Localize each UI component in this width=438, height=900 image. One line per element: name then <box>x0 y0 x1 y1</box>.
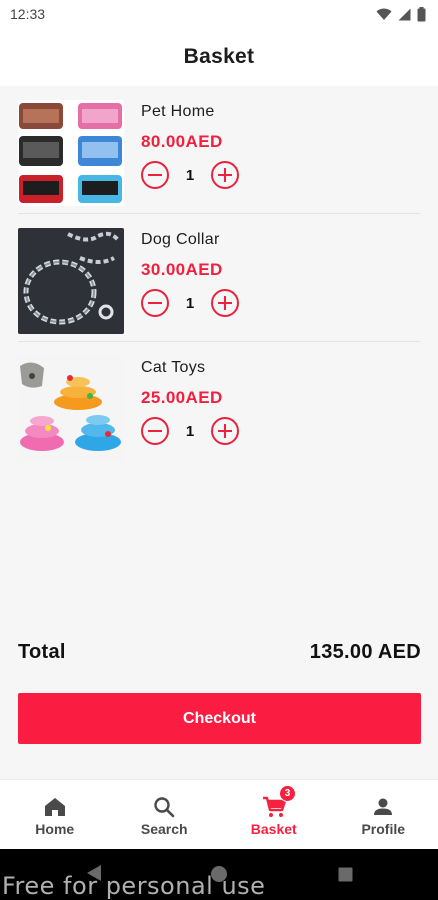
person-icon <box>372 795 394 819</box>
decrease-quantity-button[interactable] <box>141 161 169 189</box>
quantity-stepper: 1 <box>141 161 239 189</box>
item-name: Cat Toys <box>141 359 206 376</box>
quantity-value: 1 <box>185 166 195 184</box>
quantity-value: 1 <box>185 422 195 440</box>
status-bar: 12:33 <box>0 0 438 28</box>
total-value: 135.00 AED <box>309 641 421 663</box>
checkout-button[interactable]: Checkout <box>18 693 421 744</box>
nav-label-search: Search <box>140 821 188 837</box>
app-header: Basket <box>0 28 438 86</box>
cart-item-dog-collar: Dog Collar 30.00AED 1 <box>0 214 438 342</box>
search-icon <box>153 795 175 819</box>
cart-count-badge: 3 <box>279 785 296 802</box>
total-label: Total <box>18 641 66 663</box>
pet-home-image <box>18 100 124 206</box>
decrease-quantity-button[interactable] <box>141 289 169 317</box>
nav-item-search[interactable]: Search <box>110 780 220 849</box>
quantity-stepper: 1 <box>141 289 239 317</box>
cat-toys-image <box>18 356 124 462</box>
status-time: 12:33 <box>10 6 46 22</box>
page-title: Basket <box>183 45 255 68</box>
cart-item-cat-toys: Cat Toys 25.00AED 1 <box>0 342 438 470</box>
item-price: 25.00AED <box>141 388 223 407</box>
nav-item-profile[interactable]: Profile <box>329 780 438 849</box>
item-name: Dog Collar <box>141 231 220 248</box>
increase-quantity-button[interactable] <box>211 161 239 189</box>
decrease-quantity-button[interactable] <box>141 417 169 445</box>
recents-icon[interactable] <box>338 867 353 882</box>
wifi-icon <box>376 8 392 20</box>
signal-icon <box>398 8 411 20</box>
watermark-text: Free for personal use <box>2 872 266 900</box>
quantity-stepper: 1 <box>141 417 239 445</box>
quantity-value: 1 <box>185 294 195 312</box>
nav-label-profile: Profile <box>361 821 406 837</box>
total-row: Total 135.00 AED <box>18 641 421 664</box>
item-name: Pet Home <box>141 103 215 120</box>
battery-icon <box>417 6 426 21</box>
item-price: 80.00AED <box>141 132 223 151</box>
status-icons <box>376 6 426 22</box>
bottom-nav: Home Search 3 Basket Profile <box>0 779 438 849</box>
increase-quantity-button[interactable] <box>211 289 239 317</box>
home-icon <box>44 795 66 819</box>
item-price: 30.00AED <box>141 260 223 279</box>
nav-item-basket[interactable]: 3 Basket <box>219 780 329 849</box>
nav-item-home[interactable]: Home <box>0 780 110 849</box>
nav-label-home: Home <box>35 821 75 837</box>
increase-quantity-button[interactable] <box>211 417 239 445</box>
dog-collar-image <box>18 228 124 334</box>
nav-label-basket: Basket <box>250 821 297 837</box>
system-nav-bar: Free for personal use <box>0 849 438 900</box>
cart-item-pet-home: Pet Home 80.00AED 1 <box>0 86 438 214</box>
